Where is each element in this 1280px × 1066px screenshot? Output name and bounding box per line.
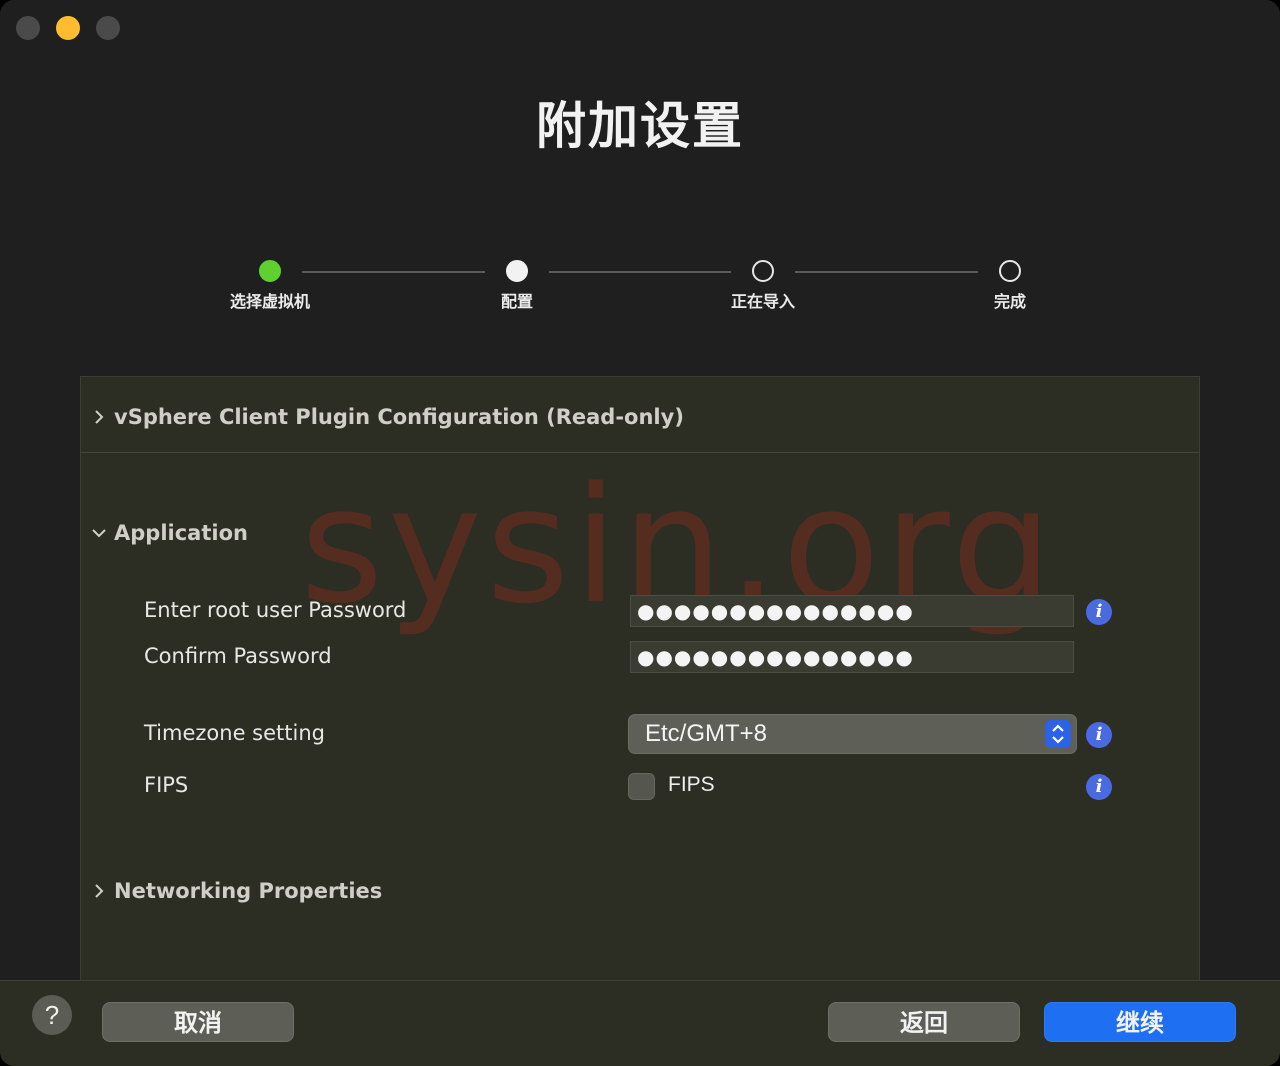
- step-label: 配置: [500, 292, 533, 311]
- select-arrows-icon: [1045, 720, 1071, 748]
- window-controls: [16, 16, 120, 40]
- section-label: Application: [114, 521, 248, 545]
- step-configure: 配置: [447, 258, 587, 312]
- info-icon[interactable]: i: [1086, 774, 1112, 800]
- info-icon[interactable]: i: [1086, 722, 1112, 748]
- step-current-indicator: [506, 260, 528, 282]
- step-select-vm: 选择虚拟机: [200, 258, 340, 312]
- section-header-application[interactable]: Application: [92, 521, 248, 545]
- cancel-button[interactable]: 取消: [102, 1002, 294, 1042]
- step-label: 选择虚拟机: [229, 292, 310, 311]
- step-label: 正在导入: [730, 292, 795, 311]
- chevron-right-icon: [95, 410, 104, 424]
- progress-stepper: 选择虚拟机 配置 正在导入 完成: [0, 258, 1280, 328]
- step-importing: 正在导入: [693, 258, 833, 312]
- continue-button[interactable]: 继续: [1044, 1002, 1236, 1042]
- chevron-right-icon: [95, 884, 104, 898]
- import-dialog-window: 附加设置 选择虚拟机 配置 正在导入 完成 sysin.org vSphere …: [0, 0, 1280, 1066]
- close-window-button[interactable]: [16, 16, 40, 40]
- section-label: vSphere Client Plugin Configuration (Rea…: [114, 405, 684, 429]
- section-label: Networking Properties: [114, 879, 383, 903]
- section-header-vsphere[interactable]: vSphere Client Plugin Configuration (Rea…: [92, 405, 684, 429]
- section-header-networking[interactable]: Networking Properties: [92, 879, 382, 903]
- step-complete-indicator: [259, 260, 281, 282]
- step-pending-indicator: [999, 260, 1021, 282]
- chevron-down-icon: [92, 529, 106, 538]
- step-pending-indicator: [752, 260, 774, 282]
- step-label: 完成: [993, 292, 1026, 311]
- fips-checkbox-label[interactable]: FIPS: [668, 773, 715, 797]
- root-password-input[interactable]: ●●●●●●●●●●●●●●●: [630, 595, 1074, 627]
- section-divider: [81, 452, 1199, 453]
- timezone-label: Timezone setting: [144, 721, 325, 745]
- root-password-label: Enter root user Password: [144, 598, 407, 622]
- fips-checkbox[interactable]: [628, 773, 655, 800]
- confirm-password-label: Confirm Password: [144, 644, 332, 668]
- page-title: 附加设置: [536, 97, 744, 155]
- zoom-window-button[interactable]: [96, 16, 120, 40]
- fips-label: FIPS: [144, 773, 189, 797]
- info-icon[interactable]: i: [1086, 599, 1112, 625]
- timezone-selected-value: Etc/GMT+8: [645, 720, 768, 747]
- timezone-select[interactable]: Etc/GMT+8: [628, 714, 1077, 754]
- minimize-window-button[interactable]: [56, 16, 80, 40]
- help-button[interactable]: ?: [32, 995, 72, 1035]
- confirm-password-input[interactable]: ●●●●●●●●●●●●●●●: [630, 641, 1074, 673]
- back-button[interactable]: 返回: [828, 1002, 1020, 1042]
- step-finish: 完成: [940, 258, 1080, 312]
